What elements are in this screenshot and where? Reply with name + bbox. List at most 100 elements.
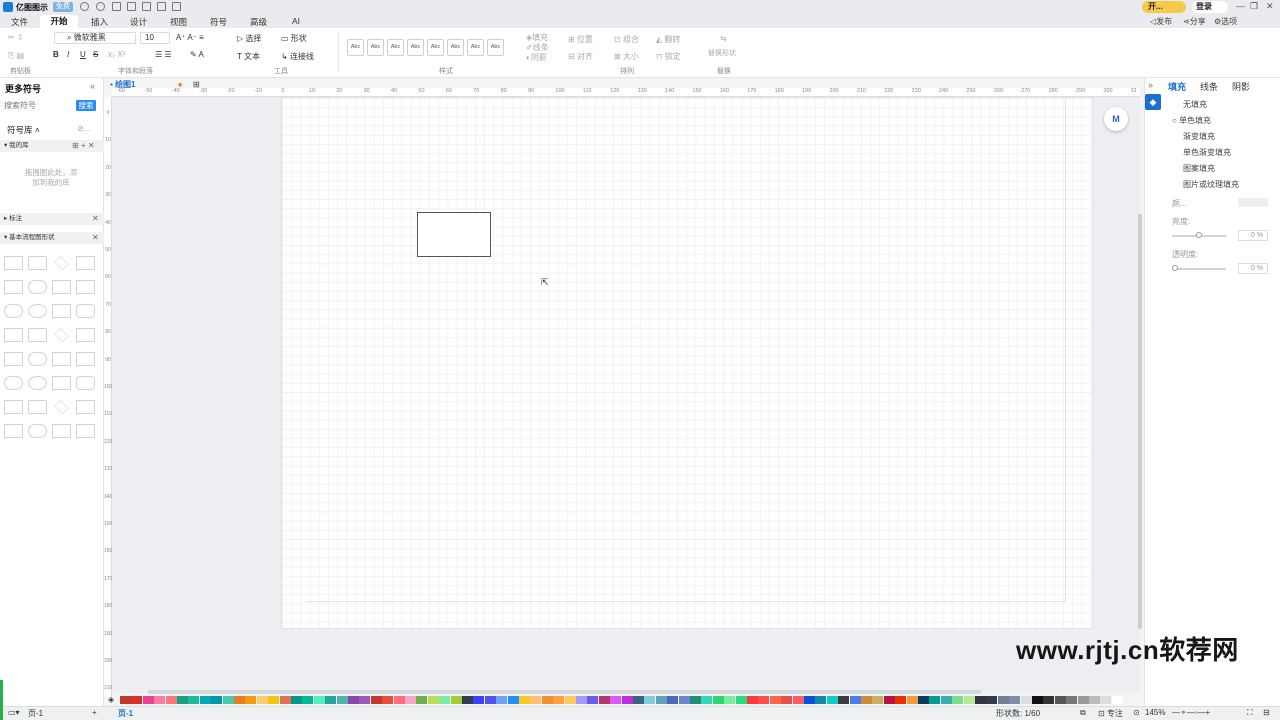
palette-swatch[interactable] xyxy=(427,696,439,704)
position-button[interactable]: ⊞ 位置 xyxy=(568,34,593,45)
tab-file[interactable]: 文件 xyxy=(11,16,28,28)
shape-symbol[interactable] xyxy=(4,256,23,270)
fill-color-icon[interactable]: ◈ xyxy=(108,695,114,704)
palette-swatch[interactable] xyxy=(131,696,143,704)
palette-swatch[interactable] xyxy=(952,696,964,704)
palette-swatch[interactable] xyxy=(120,696,131,704)
palette-swatch[interactable] xyxy=(370,696,382,704)
color-picker[interactable] xyxy=(1238,198,1268,207)
palette-swatch[interactable] xyxy=(633,696,644,704)
palette-swatch[interactable] xyxy=(564,696,576,704)
tab-line[interactable]: 线条 xyxy=(1200,80,1218,93)
shape-symbol[interactable] xyxy=(52,304,71,318)
palette-swatch[interactable] xyxy=(1066,696,1078,704)
tab-fill[interactable]: 填充 xyxy=(1168,80,1186,93)
connector-tool-button[interactable]: ↳ 连接线 xyxy=(281,51,314,62)
palette-swatch[interactable] xyxy=(849,696,861,704)
shape-symbol[interactable] xyxy=(52,280,71,294)
page-tab-1[interactable]: 页-1 xyxy=(118,708,133,719)
palette-swatch[interactable] xyxy=(359,696,371,704)
palette-swatch[interactable] xyxy=(610,696,622,704)
ai-assistant-button[interactable]: M xyxy=(1104,107,1128,131)
new-icon[interactable] xyxy=(112,2,121,11)
tab-ai[interactable]: AI xyxy=(292,16,300,26)
collapse-panel-icon[interactable]: « xyxy=(90,81,95,91)
palette-swatch[interactable] xyxy=(724,696,736,704)
palette-swatch[interactable] xyxy=(405,696,416,704)
palette-swatch[interactable] xyxy=(655,696,667,704)
palette-swatch[interactable] xyxy=(473,696,485,704)
underline-icon[interactable]: U xyxy=(80,50,86,59)
style-swatch[interactable]: Abc xyxy=(367,39,384,56)
page-layout-icon[interactable]: ▭▾ xyxy=(8,708,20,717)
style-swatch[interactable]: Abc xyxy=(347,39,364,56)
palette-swatch[interactable] xyxy=(348,696,359,704)
palette-swatch[interactable] xyxy=(1009,696,1021,704)
shape-symbol[interactable] xyxy=(4,280,23,294)
shape-symbol[interactable] xyxy=(76,400,95,414)
palette-swatch[interactable] xyxy=(325,696,337,704)
palette-swatch[interactable] xyxy=(1089,696,1100,704)
shape-symbol[interactable] xyxy=(28,376,47,390)
palette-swatch[interactable] xyxy=(393,696,405,704)
style-swatch[interactable]: Abc xyxy=(387,39,404,56)
palette-swatch[interactable] xyxy=(690,696,701,704)
select-tool-button[interactable]: ▷ 选择 xyxy=(237,33,261,44)
fill-option-picture[interactable]: 图片或纹理填充 xyxy=(1183,179,1239,190)
page-selector[interactable]: 页-1 xyxy=(28,708,43,719)
shape-symbol[interactable] xyxy=(28,256,47,270)
palette-swatch[interactable] xyxy=(701,696,713,704)
zoom-level[interactable]: 145% xyxy=(1145,708,1165,717)
shape-tool-button[interactable]: ▭ 形状 xyxy=(281,33,307,44)
font-size-select[interactable]: 10 xyxy=(140,32,170,44)
palette-swatch[interactable] xyxy=(177,696,188,704)
replace-shape-button[interactable]: 替换形状 xyxy=(708,48,736,58)
vertical-scrollbar[interactable] xyxy=(1138,214,1142,629)
palette-swatch[interactable] xyxy=(507,696,519,704)
fill-option-pattern[interactable]: 图案填充 xyxy=(1183,163,1215,174)
palette-swatch[interactable] xyxy=(621,696,633,704)
palette-swatch[interactable] xyxy=(747,696,758,704)
palette-swatch[interactable] xyxy=(154,696,166,704)
palette-swatch[interactable] xyxy=(781,696,793,704)
save-icon[interactable] xyxy=(142,2,151,11)
horizontal-scrollbar[interactable] xyxy=(148,690,981,694)
palette-swatch[interactable] xyxy=(530,696,542,704)
palette-swatch[interactable] xyxy=(1020,696,1032,704)
palette-swatch[interactable] xyxy=(598,696,610,704)
shape-symbol[interactable] xyxy=(52,424,71,438)
style-swatch[interactable]: Abc xyxy=(427,39,444,56)
export-icon[interactable] xyxy=(172,2,181,11)
palette-swatch[interactable] xyxy=(667,696,679,704)
palette-swatch[interactable] xyxy=(553,696,565,704)
fill-option-solid[interactable]: ○ 单色填充 xyxy=(1172,115,1211,126)
palette-swatch[interactable] xyxy=(678,696,690,704)
palette-swatch[interactable] xyxy=(1032,696,1043,704)
publish-button[interactable]: ◁发布 xyxy=(1150,16,1172,27)
palette-swatch[interactable] xyxy=(929,696,941,704)
palette-swatch[interactable] xyxy=(496,696,508,704)
palette-swatch[interactable] xyxy=(838,696,850,704)
palette-swatch[interactable] xyxy=(997,696,1009,704)
style-swatch[interactable]: Abc xyxy=(467,39,484,56)
zoom-slider[interactable]: —⚬—◦—+ xyxy=(1172,708,1210,717)
open-app-button[interactable]: 开... xyxy=(1142,1,1186,13)
palette-swatch[interactable] xyxy=(587,696,599,704)
palette-swatch[interactable] xyxy=(826,696,838,704)
palette-swatch[interactable] xyxy=(245,696,257,704)
palette-swatch[interactable] xyxy=(815,696,827,704)
palette-swatch[interactable] xyxy=(963,696,975,704)
palette-swatch[interactable] xyxy=(268,696,280,704)
add-page-button[interactable]: + xyxy=(92,708,97,717)
palette-swatch[interactable] xyxy=(975,696,986,704)
palette-swatch[interactable] xyxy=(758,696,770,704)
shape-symbol[interactable] xyxy=(52,352,71,366)
tab-shadow[interactable]: 阴影 xyxy=(1232,80,1250,93)
palette-swatch[interactable] xyxy=(336,696,348,704)
palette-swatch[interactable] xyxy=(792,696,804,704)
shape-symbol[interactable] xyxy=(76,304,95,318)
shape-symbol[interactable] xyxy=(28,352,47,366)
style-swatch[interactable]: Abc xyxy=(407,39,424,56)
palette-swatch[interactable] xyxy=(313,696,325,704)
subscript-icon[interactable]: x₂ X² xyxy=(108,50,125,59)
